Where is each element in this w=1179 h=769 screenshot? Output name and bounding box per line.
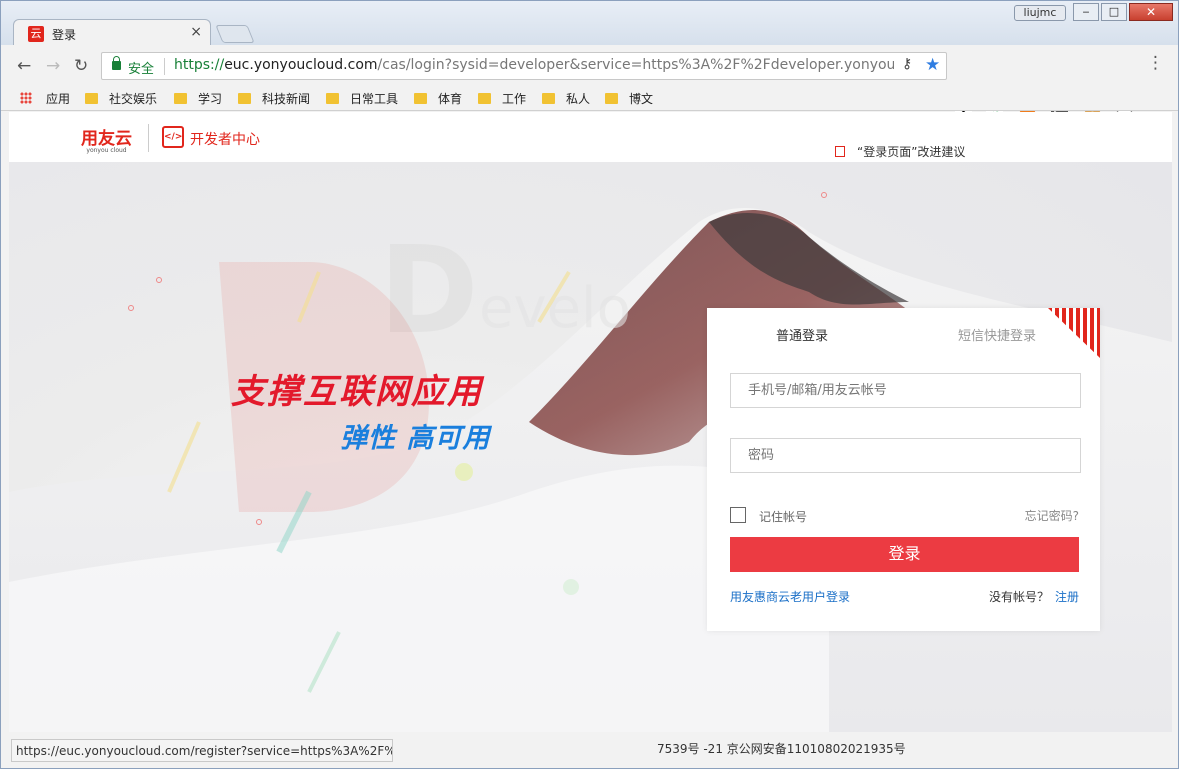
tab-sms-login[interactable]: 短信快捷登录	[958, 325, 1036, 344]
account-input[interactable]	[730, 373, 1081, 408]
title-bar: 云 登录 × liujmc ‒ □ ✕	[1, 1, 1178, 47]
bookmark-label: 私人	[566, 92, 591, 106]
yonyou-favicon-icon: 云	[28, 26, 44, 42]
bookmark-star-icon[interactable]: ★	[925, 55, 940, 75]
browser-toolbar: ← → ↻ 安全 https://euc.yonyoucloud.com/cas…	[1, 45, 1178, 116]
forward-button[interactable]: →	[46, 56, 60, 76]
url-host: euc.yonyoucloud.com	[224, 57, 378, 73]
code-icon: </>	[162, 126, 184, 148]
hero-slogan: 支撑互联网应用	[231, 372, 483, 412]
bookmarks-bar: 应用 社交娱乐 学习 科技新闻 日常工具 体育 工作 私人 博文	[1, 85, 1178, 111]
bookmark-label: 体育	[438, 92, 463, 106]
bookmark-label: 工作	[502, 92, 527, 106]
bookmark-folder[interactable]: 社交娱乐	[85, 90, 157, 107]
page-viewport: 用友云yonyou cloud </> 开发者中心 “登录页面”改进建议 D	[9, 112, 1172, 762]
status-bar-url: https://euc.yonyoucloud.com/register?ser…	[11, 739, 393, 762]
folder-icon	[326, 93, 339, 104]
bookmark-folder[interactable]: 博文	[605, 90, 653, 107]
new-tab-button[interactable]	[215, 25, 255, 43]
feedback-link[interactable]: “登录页面”改进建议	[835, 143, 965, 160]
password-input[interactable]	[730, 438, 1081, 473]
bookmark-label: 日常工具	[350, 92, 399, 106]
bookmark-folder[interactable]: 私人	[542, 90, 590, 107]
logo-divider	[148, 124, 149, 152]
register-prompt: 没有帐号？ 注册	[989, 588, 1079, 605]
close-window-button[interactable]: ✕	[1129, 3, 1173, 21]
minimize-button[interactable]: ‒	[1073, 3, 1099, 21]
bookmark-label: 博文	[629, 92, 654, 106]
register-link[interactable]: 注册	[1055, 590, 1079, 604]
back-button[interactable]: ←	[17, 56, 31, 76]
address-bar[interactable]: 安全 https://euc.yonyoucloud.com/cas/login…	[101, 52, 947, 80]
feedback-label: “登录页面”改进建议	[857, 145, 966, 159]
folder-icon	[605, 93, 618, 104]
url-scheme: https://	[174, 57, 225, 73]
bookmark-label: 社交娱乐	[109, 92, 158, 106]
folder-icon	[174, 93, 187, 104]
lock-icon	[112, 56, 121, 70]
bookmark-label: 科技新闻	[262, 92, 311, 106]
login-button[interactable]: 登录	[730, 537, 1079, 572]
old-user-login-link[interactable]: 用友惠商云老用户登录	[730, 588, 850, 605]
bookmark-folder[interactable]: 学习	[174, 90, 222, 107]
qr-code-icon[interactable]	[1048, 308, 1100, 358]
folder-icon	[85, 93, 98, 104]
apps-grid-icon[interactable]	[20, 92, 32, 104]
bookmark-apps[interactable]: 应用	[46, 90, 70, 107]
bookmark-folder[interactable]: 科技新闻	[238, 90, 310, 107]
brand-subtitle: yonyou cloud	[86, 147, 127, 154]
icp-record: 7539号 -21 京公网安备11010802021935号	[657, 742, 906, 756]
url-text[interactable]: https://euc.yonyoucloud.com/cas/login?sy…	[174, 57, 894, 73]
folder-icon	[478, 93, 491, 104]
secure-label: 安全	[128, 62, 155, 77]
brand-name: 用友云	[81, 129, 132, 149]
edit-icon	[835, 146, 845, 157]
forgot-password-link[interactable]: 忘记密码?	[1025, 507, 1079, 524]
reload-button[interactable]: ↻	[74, 56, 88, 76]
url-path: /cas/login?sysid=developer&service=https…	[377, 57, 894, 73]
bookmark-label: 学习	[198, 92, 223, 106]
yonyou-logo[interactable]: 用友云 yonyou cloud	[81, 124, 132, 154]
maximize-button[interactable]: □	[1101, 3, 1127, 21]
bookmark-folder[interactable]: 日常工具	[326, 90, 398, 107]
developer-center-title[interactable]: 开发者中心	[190, 129, 260, 149]
browser-window: 云 登录 × liujmc ‒ □ ✕ ← → ↻ 安全 https://euc…	[0, 0, 1179, 769]
menu-icon[interactable]: ⋮	[1147, 53, 1164, 73]
hero-subslogan: 弹性 高可用	[340, 423, 491, 454]
omnibox-divider	[164, 58, 165, 75]
folder-icon	[238, 93, 251, 104]
login-card: 普通登录 短信快捷登录 记住帐号 忘记密码? 登录 用友惠商云老用户登录 没有帐…	[707, 308, 1100, 631]
tab-close-icon[interactable]: ×	[190, 24, 202, 40]
folder-icon	[414, 93, 427, 104]
key-icon[interactable]: ⚷	[902, 56, 912, 72]
tab-title: 登录	[52, 28, 77, 42]
remember-label[interactable]: 记住帐号	[759, 508, 807, 525]
bookmark-folder[interactable]: 工作	[478, 90, 526, 107]
bookmark-folder[interactable]: 体育	[414, 90, 462, 107]
remember-checkbox[interactable]	[730, 507, 746, 523]
svg-text:evelo: evelo	[479, 276, 631, 341]
browser-tab[interactable]: 云 登录 ×	[13, 19, 211, 47]
folder-icon	[542, 93, 555, 104]
tab-normal-login[interactable]: 普通登录	[776, 325, 828, 344]
no-account-label: 没有帐号？	[988, 590, 1049, 604]
profile-button[interactable]: liujmc	[1014, 5, 1066, 21]
